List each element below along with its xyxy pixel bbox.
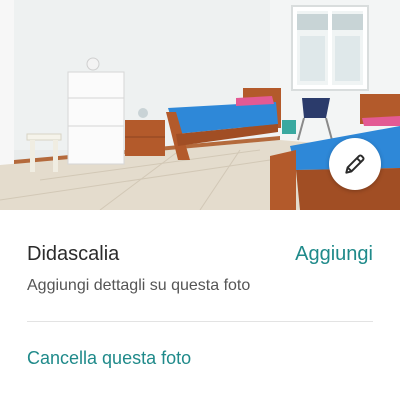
- add-caption-button[interactable]: Aggiungi: [295, 243, 373, 266]
- edit-photo-button[interactable]: [329, 138, 381, 190]
- caption-hint: Aggiungi dettagli su questa foto: [27, 277, 251, 294]
- caption-title: Didascalia: [27, 243, 120, 265]
- room-photo: [0, 0, 400, 210]
- divider: [27, 321, 373, 322]
- delete-photo-button[interactable]: Cancella questa foto: [27, 348, 191, 369]
- pencil-icon: [345, 154, 365, 174]
